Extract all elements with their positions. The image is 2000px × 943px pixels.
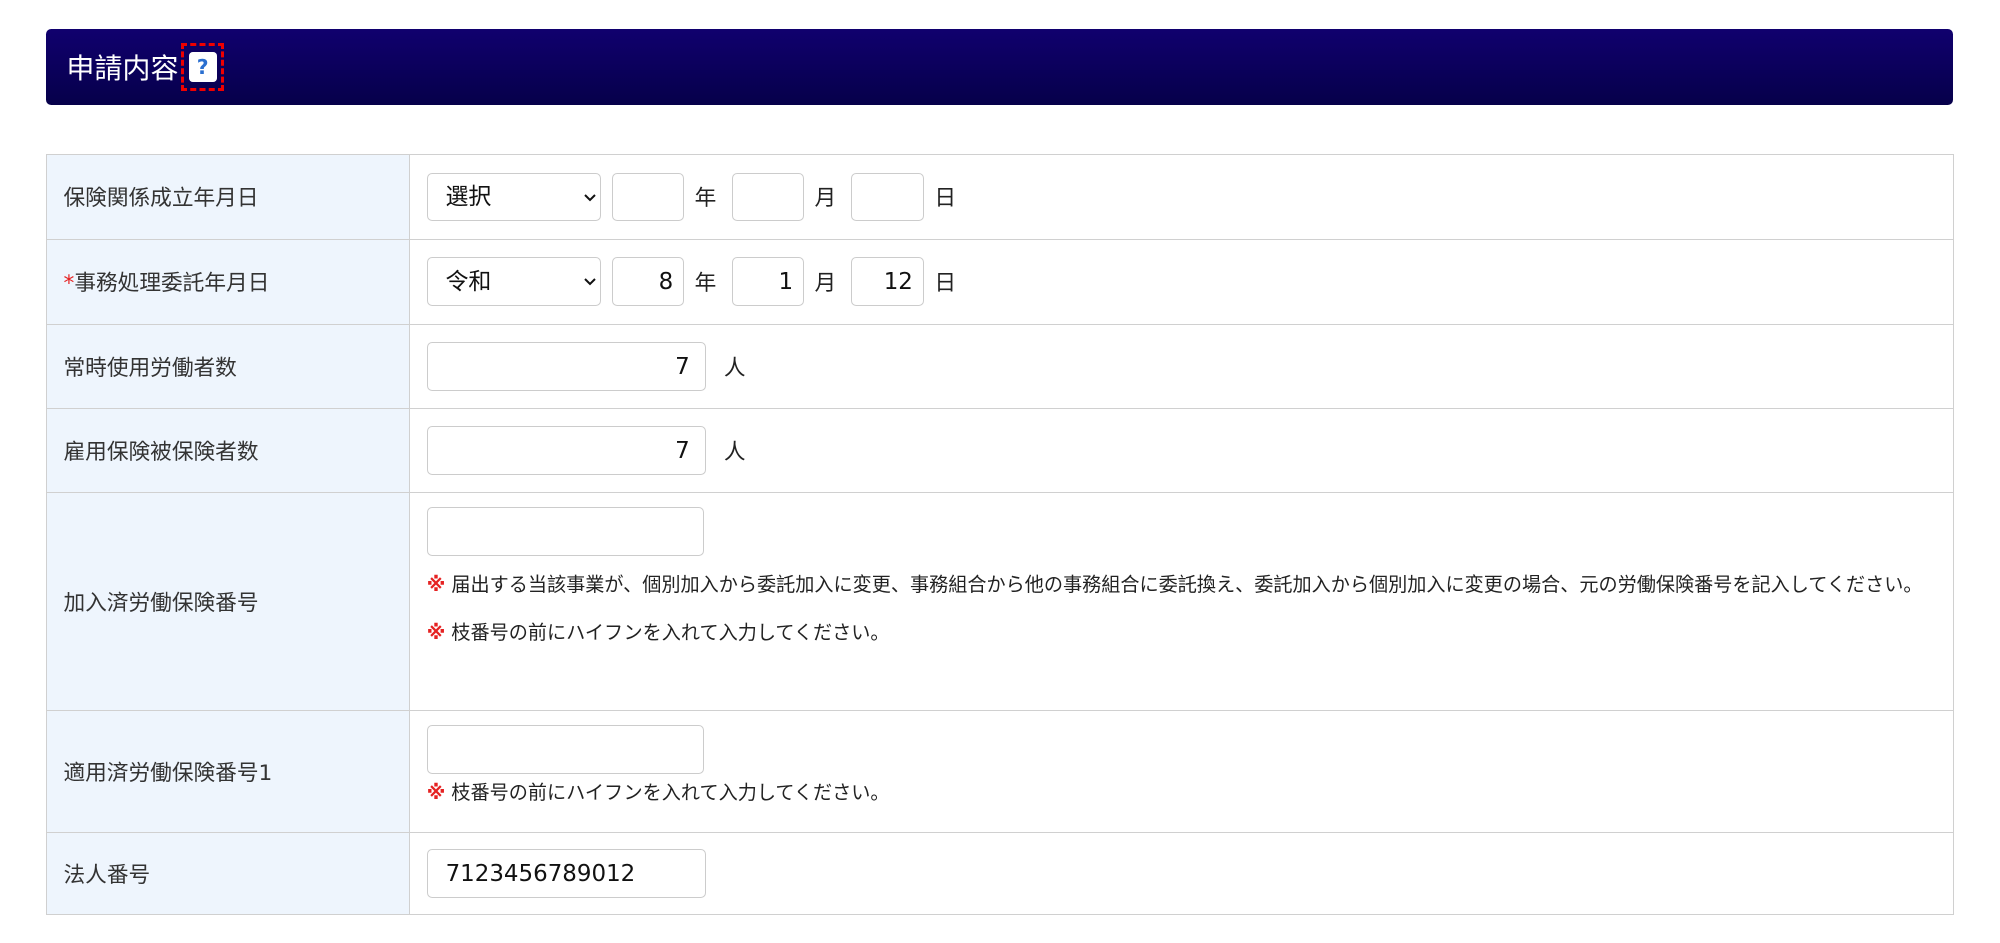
note-mark: ※ <box>426 572 446 596</box>
day-input[interactable] <box>851 257 925 306</box>
form-row: 適用済労働保険番号1 ※ 枝番号の前にハイフンを入れて入力してください。 <box>45 710 1955 833</box>
field-label: 事務処理委託年月日 <box>74 271 270 297</box>
unit-label: 人 <box>723 356 746 382</box>
era-select[interactable]: 令和 <box>426 257 602 306</box>
application-form: 保険関係成立年月日 選択 年 月 日 *事務処理委託年月日 令和 年 月 日 常… <box>45 154 1955 916</box>
year-unit: 年 <box>694 186 717 212</box>
applied-insurance-number-input[interactable] <box>426 725 704 774</box>
required-mark: * <box>63 271 75 297</box>
form-row: 常時使用労働者数 人 <box>45 323 1955 410</box>
section-header: 申請内容 ? <box>45 29 1953 105</box>
help-icon: ? <box>188 51 217 83</box>
day-unit: 日 <box>934 271 956 297</box>
field-label: 常時使用労働者数 <box>45 323 411 410</box>
note-mark: ※ <box>426 621 446 645</box>
form-row: 法人番号 <box>45 831 1955 916</box>
help-button[interactable]: ? <box>181 42 225 92</box>
form-row: 雇用保険被保険者数 人 <box>45 408 1955 494</box>
form-row: *事務処理委託年月日 令和 年 月 日 <box>45 238 1955 325</box>
month-input[interactable] <box>731 172 805 222</box>
month-input[interactable] <box>731 257 805 306</box>
form-row: 加入済労働保険番号 ※ 届出する当該事業が、個別加入から委託加入に変更、事務組合… <box>45 492 1955 712</box>
enrolled-insurance-number-input[interactable] <box>426 507 704 556</box>
era-select[interactable]: 選択 <box>426 172 602 222</box>
note-text: 届出する当該事業が、個別加入から委託加入に変更、事務組合から他の事務組合に委託換… <box>451 572 1923 596</box>
field-label: 加入済労働保険番号 <box>45 492 411 712</box>
corporate-number-input[interactable] <box>426 849 707 898</box>
field-label-cell: *事務処理委託年月日 <box>45 238 411 325</box>
note: ※ 届出する当該事業が、個別加入から委託加入に変更、事務組合から他の事務組合に委… <box>427 561 1937 609</box>
note: ※ 枝番号の前にハイフンを入れて入力してください。 <box>427 774 1937 812</box>
note-mark: ※ <box>426 780 446 804</box>
year-unit: 年 <box>694 271 717 297</box>
note-text: 枝番号の前にハイフンを入れて入力してください。 <box>451 621 890 645</box>
day-unit: 日 <box>934 186 956 212</box>
section-title: 申請内容 <box>66 52 179 86</box>
field-label: 適用済労働保険番号1 <box>45 710 411 833</box>
insured-count-input[interactable] <box>426 426 707 475</box>
unit-label: 人 <box>723 440 746 466</box>
note: ※ 枝番号の前にハイフンを入れて入力してください。 <box>427 609 1937 657</box>
day-input[interactable] <box>851 172 925 222</box>
field-label: 雇用保険被保険者数 <box>45 408 411 494</box>
month-unit: 月 <box>814 271 837 297</box>
form-row: 保険関係成立年月日 選択 年 月 日 <box>45 154 1955 240</box>
note-text: 枝番号の前にハイフンを入れて入力してください。 <box>451 780 890 804</box>
year-input[interactable] <box>611 172 685 222</box>
year-input[interactable] <box>611 257 685 306</box>
month-unit: 月 <box>814 186 837 212</box>
field-label: 保険関係成立年月日 <box>45 154 411 240</box>
field-label: 法人番号 <box>45 831 411 916</box>
regular-workers-input[interactable] <box>426 342 707 391</box>
